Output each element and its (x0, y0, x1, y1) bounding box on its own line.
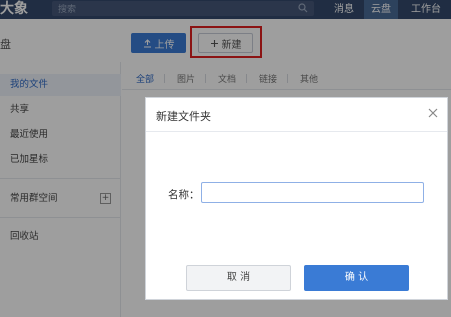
new-folder-dialog: 新建文件夹 名称： 取 消 确 认 (145, 97, 448, 300)
folder-name-input[interactable] (201, 182, 424, 203)
confirm-button[interactable]: 确 认 (304, 265, 409, 291)
dialog-title: 新建文件夹 (156, 110, 211, 123)
cancel-button[interactable]: 取 消 (186, 265, 291, 291)
dialog-header: 新建文件夹 (146, 98, 447, 132)
name-field-label: 名称： (168, 189, 200, 201)
close-icon[interactable] (427, 107, 439, 119)
